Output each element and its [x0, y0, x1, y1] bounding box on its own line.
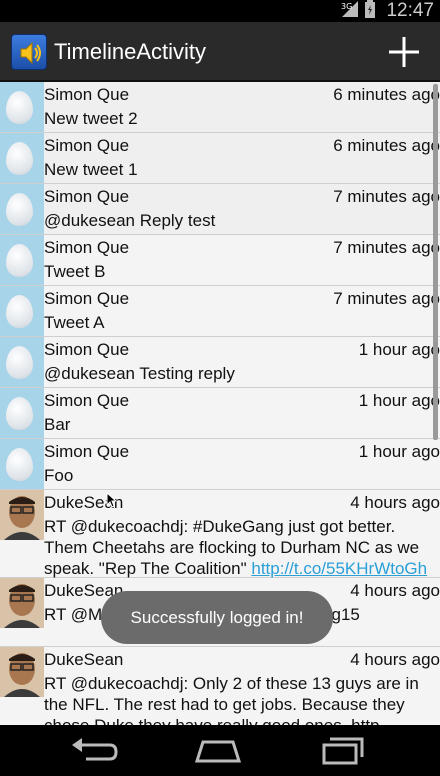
- avatar: [0, 286, 44, 336]
- list-item[interactable]: Simon Que 6 minutes ago New tweet 2: [0, 82, 440, 133]
- avatar: [0, 439, 44, 489]
- list-item[interactable]: Simon Que 1 hour ago Bar: [0, 388, 440, 439]
- list-item[interactable]: Simon Que 1 hour ago @dukesean Testing r…: [0, 337, 440, 388]
- list-item[interactable]: Simon Que 7 minutes ago Tweet B: [0, 235, 440, 286]
- list-item[interactable]: Simon Que 6 minutes ago New tweet 1: [0, 133, 440, 184]
- person-photo-icon: [0, 490, 44, 540]
- scrollbar[interactable]: [433, 84, 438, 440]
- list-item[interactable]: Simon Que 7 minutes ago Tweet A: [0, 286, 440, 337]
- recents-icon[interactable]: [312, 733, 372, 769]
- mouse-cursor-icon: [106, 491, 118, 508]
- avatar: [0, 490, 44, 540]
- status-bar: 3G 12:47: [0, 0, 440, 22]
- tweet-time: 1 hour ago: [358, 340, 440, 359]
- tweet-time: 6 minutes ago: [333, 85, 440, 104]
- tweet-text: Tweet A: [44, 313, 105, 332]
- avatar: [0, 235, 44, 285]
- tweet-time: 7 minutes ago: [333, 187, 440, 206]
- list-item[interactable]: DukeSean 4 hours ago RT @dukecoachdj: #D…: [0, 490, 440, 578]
- tweet-text: Bar: [44, 415, 71, 434]
- avatar: [0, 578, 44, 628]
- egg-icon: [6, 91, 33, 124]
- tweet-text: New tweet 2: [44, 109, 138, 128]
- svg-text:3G: 3G: [341, 2, 352, 11]
- tweet-text: New tweet 1: [44, 160, 138, 179]
- avatar: [0, 82, 44, 132]
- avatar: [0, 337, 44, 387]
- avatar: [0, 388, 44, 438]
- tweet-text: @dukesean Testing reply: [44, 364, 235, 383]
- tweet-time: 4 hours ago: [350, 650, 440, 669]
- list-item[interactable]: Simon Que 1 hour ago Foo: [0, 439, 440, 490]
- page-title: TimelineActivity: [54, 39, 206, 64]
- egg-icon: [6, 244, 33, 277]
- home-icon[interactable]: [188, 733, 248, 769]
- tweet-time: 6 minutes ago: [333, 136, 440, 155]
- person-photo-icon: [0, 578, 44, 628]
- tweet-author: Simon Que: [44, 289, 130, 308]
- tweet-link[interactable]: http://t.co/55KHrWtoGh: [251, 559, 427, 578]
- egg-icon: [6, 397, 33, 430]
- egg-icon: [6, 193, 33, 226]
- list-item[interactable]: Simon Que 7 minutes ago @dukesean Reply …: [0, 184, 440, 235]
- egg-icon: [6, 295, 33, 328]
- toast-message: Successfully logged in!: [101, 591, 333, 644]
- tweet-time: 7 minutes ago: [333, 289, 440, 308]
- clock: 12:47: [386, 0, 434, 21]
- back-icon[interactable]: [64, 733, 124, 769]
- tweet-author: Simon Que: [44, 391, 130, 410]
- tweet-text: Tweet B: [44, 262, 106, 281]
- person-photo-icon: [0, 647, 44, 697]
- tweet-text: RT @dukecoachdj: #DukeGang just got bett…: [44, 516, 436, 579]
- status-icons: 3G 12:47: [340, 0, 434, 22]
- avatar: [0, 133, 44, 183]
- tweet-author: Simon Que: [44, 85, 130, 104]
- signal-icon: 3G: [340, 0, 360, 22]
- list-item[interactable]: DukeSean 4 hours ago RT @dukecoachdj: On…: [0, 647, 440, 725]
- avatar: [0, 184, 44, 234]
- plus-icon[interactable]: [386, 34, 422, 70]
- navigation-bar: [0, 725, 440, 776]
- tweet-time: 1 hour ago: [358, 391, 440, 410]
- tweet-text: @dukesean Reply test: [44, 211, 216, 230]
- avatar: [0, 647, 44, 697]
- tweet-author: Simon Que: [44, 136, 130, 155]
- tweet-author: Simon Que: [44, 340, 130, 359]
- tweet-author: DukeSean: [44, 650, 124, 669]
- egg-icon: [6, 346, 33, 379]
- tweet-time: 1 hour ago: [358, 442, 440, 461]
- battery-icon: [364, 0, 376, 22]
- speaker-icon[interactable]: [11, 34, 47, 70]
- egg-icon: [6, 142, 33, 175]
- tweet-time: 7 minutes ago: [333, 238, 440, 257]
- tweet-time: 4 hours ago: [350, 581, 440, 600]
- tweet-author: Simon Que: [44, 238, 130, 257]
- egg-icon: [6, 448, 33, 481]
- tweet-time: 4 hours ago: [350, 493, 440, 512]
- tweet-author: Simon Que: [44, 187, 130, 206]
- tweet-author: Simon Que: [44, 442, 130, 461]
- tweet-text: RT @dukecoachdj: Only 2 of these 13 guys…: [44, 674, 419, 725]
- action-bar: TimelineActivity: [0, 22, 440, 82]
- tweet-text: Foo: [44, 466, 74, 485]
